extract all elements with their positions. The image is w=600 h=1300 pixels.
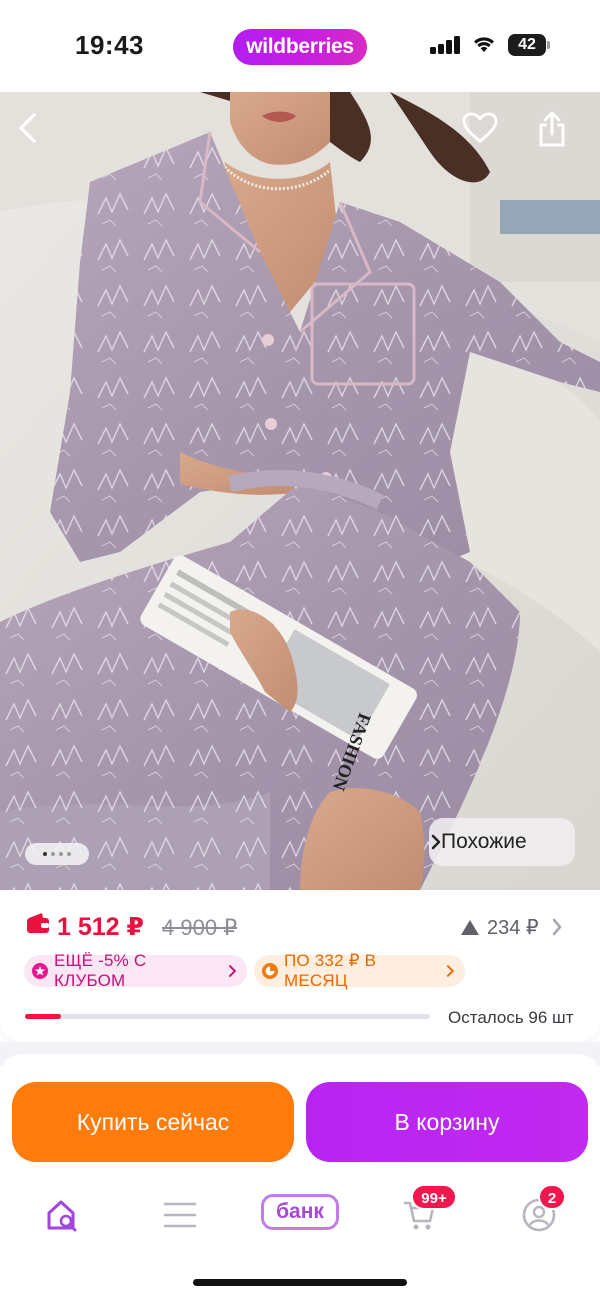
bottom-tab-bar: банк 99+ 2 [0,1176,600,1256]
gallery-dot [67,852,71,856]
tab-home[interactable] [37,1190,87,1240]
stock-progress [25,1014,430,1019]
club-badge-label: ЕЩЁ -5% С КЛУБОМ [54,951,147,990]
old-price: 4 900 ₽ [162,915,238,940]
chevron-right-icon [431,834,441,850]
stock-progress-fill [25,1014,62,1019]
price-card: 1 512 ₽ 4 900 ₽ 234 ₽ ЕЩЁ -5% С КЛУБОМ П… [0,890,600,1042]
gallery-dot [59,852,63,856]
wallet-icon [27,913,49,933]
buy-now-button[interactable]: Купить сейчас [12,1082,294,1162]
favorite-button[interactable] [462,112,510,160]
club-discount-badge[interactable]: ЕЩЁ -5% С КЛУБОМ [24,951,247,990]
home-indicator[interactable] [193,1279,407,1286]
gallery-dot [43,852,47,856]
menu-icon [163,1202,197,1228]
star-icon [32,963,48,979]
chevron-right-icon [447,965,455,977]
battery-icon: 42 [508,34,550,56]
pie-chart-icon [262,963,278,979]
tab-bank[interactable]: банк [261,1194,339,1230]
chevron-right-icon[interactable] [550,917,564,937]
chevron-right-icon [229,965,237,977]
price-drop[interactable]: 234 ₽ [461,915,539,940]
similar-button[interactable]: Похожие [429,818,575,866]
profile-count-badge: 2 [538,1184,566,1210]
share-icon [539,111,565,147]
back-arrow-icon [19,113,36,143]
tab-catalog[interactable] [155,1190,205,1240]
gallery-pagination[interactable] [25,843,89,865]
product-image: FASHION [0,92,600,890]
back-button[interactable] [14,112,62,160]
cellular-signal-icon [430,36,462,54]
cart-count-badge: 99+ [411,1184,457,1210]
status-time: 19:43 [75,30,144,60]
installment-badge[interactable]: ПО 332 ₽ В МЕСЯЦ [254,951,465,990]
price-drop-value: 234 ₽ [487,917,539,939]
wifi-icon [472,34,496,54]
home-search-icon [47,1200,77,1232]
product-photo[interactable]: FASHION Похожие [0,92,600,890]
gallery-dot [51,852,55,856]
stock-remaining: Осталось 96 шт [448,1008,574,1027]
status-bar: 19:43 wildberries 42 [0,0,600,92]
current-price: 1 512 ₽ [57,913,144,941]
similar-label: Похожие [441,830,527,853]
heart-icon [462,112,498,143]
installment-badge-label: ПО 332 ₽ В МЕСЯЦ [284,951,377,990]
share-button[interactable] [537,110,585,158]
add-to-cart-button[interactable]: В корзину [306,1082,588,1162]
battery-level: 42 [508,34,546,56]
brand-logo[interactable]: wildberries [233,29,367,65]
triangle-up-icon [461,920,479,935]
